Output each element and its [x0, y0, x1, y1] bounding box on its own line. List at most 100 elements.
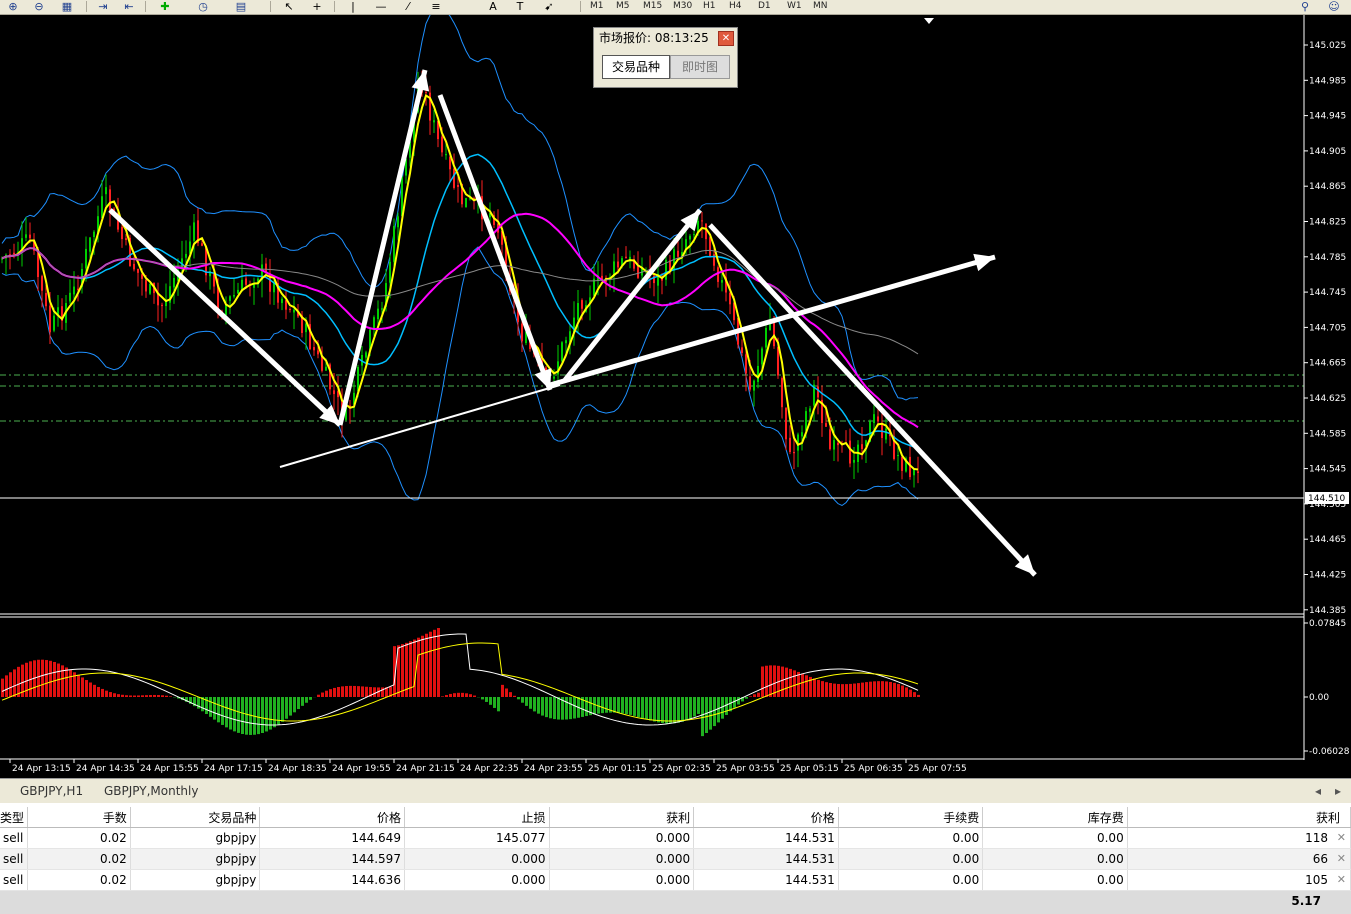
col-tp[interactable]: 获利 [549, 807, 695, 828]
col-profit[interactable]: 获利 [1127, 807, 1351, 828]
chart-shift-icon[interactable]: ⇥ [94, 0, 112, 13]
candle-body [201, 243, 203, 246]
osc-bar [881, 681, 884, 697]
cursor-icon[interactable]: ↖ [280, 0, 298, 13]
tf-h1[interactable]: H1 [703, 0, 716, 12]
close-order-icon[interactable]: ✕ [1337, 873, 1346, 886]
osc-bar [873, 681, 876, 697]
osc-bar [701, 697, 704, 737]
table-cell: 105 ✕ [1127, 869, 1351, 891]
col-symbol[interactable]: 交易品种 [130, 807, 261, 828]
annotation-arrow [337, 69, 428, 426]
indicators-icon[interactable]: ✚ [156, 0, 174, 13]
candle-body [761, 348, 763, 365]
osc-bar [133, 695, 136, 697]
osc-bar [637, 697, 640, 718]
col-open-price[interactable]: 价格 [259, 807, 405, 828]
osc-bar [9, 672, 12, 697]
osc-bar [509, 692, 512, 697]
tf-m15[interactable]: M15 [643, 0, 662, 12]
osc-bar [549, 697, 552, 719]
search-icon[interactable]: ⚲ [1296, 0, 1314, 13]
col-sl[interactable]: 止损 [404, 807, 550, 828]
tf-m30[interactable]: M30 [673, 0, 692, 12]
candle-body [145, 279, 147, 292]
price-tick-label: 144.625 [1309, 394, 1346, 404]
osc-bar [169, 696, 172, 697]
candle-body [85, 248, 87, 269]
market-watch-window[interactable]: 市场报价: 08:13:25 ✕ 交易品种 即时图 [593, 27, 738, 88]
tf-mn[interactable]: MN [813, 0, 828, 12]
osc-bar [421, 635, 424, 697]
osc-bar [649, 697, 652, 721]
candle-body [777, 347, 779, 376]
osc-bar [877, 681, 880, 697]
periods-icon[interactable]: ◷ [194, 0, 212, 13]
osc-bar [893, 682, 896, 697]
osc-bar [473, 695, 476, 697]
osc-bar [613, 697, 616, 713]
osc-bar [109, 692, 112, 697]
tab-gbpjpy-h1[interactable]: GBPJPY,H1 [20, 783, 83, 799]
label-icon[interactable]: T [511, 0, 529, 13]
col-volume[interactable]: 手数 [27, 807, 131, 828]
tab-gbpjpy-monthly[interactable]: GBPJPY,Monthly [104, 783, 198, 799]
col-type[interactable]: 类型 [0, 807, 29, 828]
osc-bar [165, 695, 168, 697]
osc-bar [633, 697, 636, 716]
osc-bar [293, 697, 296, 713]
tab-tick-chart[interactable]: 即时图 [670, 55, 730, 79]
crosshair-icon[interactable]: + [308, 0, 326, 13]
tf-w1[interactable]: W1 [787, 0, 802, 12]
tab-symbols[interactable]: 交易品种 [602, 55, 670, 79]
candle-body [693, 234, 695, 236]
candle-body [917, 471, 919, 474]
osc-bar [229, 697, 232, 730]
candle-body [285, 300, 287, 310]
close-icon[interactable]: ✕ [718, 31, 734, 46]
tf-m5[interactable]: M5 [616, 0, 630, 12]
tf-m1[interactable]: M1 [590, 0, 604, 12]
candle-body [817, 386, 819, 398]
price-tick-label: 144.385 [1309, 606, 1346, 616]
zoom-out-icon[interactable]: ⊖ [30, 0, 48, 13]
close-order-icon[interactable]: ✕ [1337, 831, 1346, 844]
trendline-icon[interactable]: ⁄ [399, 0, 417, 13]
osc-bar [885, 681, 888, 697]
horizontal-line-icon[interactable]: — [372, 0, 390, 13]
table-row[interactable]: sell 0.02 gbpjpy 144.636 0.000 0.000 144.531 0.… [0, 869, 1351, 891]
table-row[interactable]: sell 0.02 gbpjpy 144.597 0.000 0.000 144.531 0.… [0, 848, 1351, 870]
vertical-line-icon[interactable]: | [344, 0, 362, 13]
candle-body [105, 187, 107, 195]
autoscroll-icon[interactable]: ⇤ [120, 0, 138, 13]
tabs-scroll-left-icon[interactable]: ◂ [1315, 783, 1321, 799]
channel-icon[interactable]: ≡ [427, 0, 445, 13]
candle-body [41, 276, 43, 291]
col-price[interactable]: 价格 [693, 807, 839, 828]
osc-bar [77, 674, 80, 697]
tf-d1[interactable]: D1 [758, 0, 771, 12]
community-icon[interactable]: ☺ [1325, 0, 1343, 13]
col-swap[interactable]: 库存费 [982, 807, 1128, 828]
close-order-icon[interactable]: ✕ [1337, 852, 1346, 865]
osc-bar [345, 686, 348, 697]
osc-bar [209, 697, 212, 717]
tf-h4[interactable]: H4 [729, 0, 742, 12]
zoom-in-icon[interactable]: ⊕ [4, 0, 22, 13]
text-icon[interactable]: A [484, 0, 502, 13]
osc-bar [685, 697, 688, 721]
col-commission[interactable]: 手续费 [838, 807, 984, 828]
osc-bar [141, 695, 144, 697]
osc-bar [401, 644, 404, 697]
templates-icon[interactable]: ▤ [232, 0, 250, 13]
tabs-scroll-right-icon[interactable]: ▸ [1335, 783, 1341, 799]
candle-body [233, 295, 235, 297]
chart-window[interactable]: 145.025 144.985 144.945 144.905 144.865 144.8… [0, 15, 1351, 777]
candle-body [229, 296, 231, 301]
osc-bar [785, 667, 788, 697]
tile-windows-icon[interactable]: ▦ [58, 0, 76, 13]
arrows-icon[interactable]: ➹ [540, 0, 558, 13]
trade-table: 类型 手数 交易品种 价格 止损 获利 价格 手续费 库存费 获利 sell 0.… [0, 807, 1351, 891]
table-row[interactable]: sell 0.02 gbpjpy 144.649 145.077 0.000 144.531… [0, 827, 1351, 849]
price-chart[interactable]: 145.025 144.985 144.945 144.905 144.865 144.8… [0, 15, 1351, 777]
